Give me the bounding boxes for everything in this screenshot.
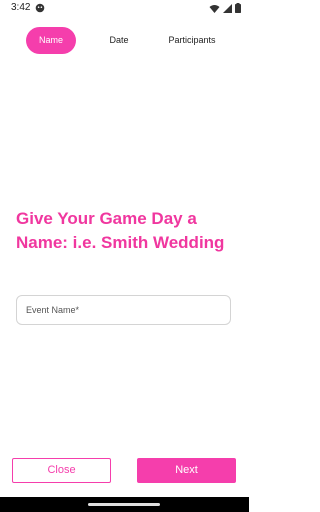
home-handle[interactable] [88,503,160,506]
step-name[interactable]: Name [26,27,76,54]
step-date[interactable]: Date [100,27,138,54]
navigation-bar [0,497,249,512]
signal-icon [223,3,232,13]
stepper: Name Date Participants [0,27,249,54]
step-participants[interactable]: Participants [162,27,222,54]
wifi-icon [209,4,220,13]
status-time: 3:42 [11,2,31,13]
status-bar: 3:42 [0,0,249,18]
event-name-input[interactable] [17,296,230,324]
event-name-field[interactable] [16,295,231,325]
battery-icon [235,3,241,13]
notification-icon [35,3,45,13]
next-button[interactable]: Next [137,458,236,483]
close-button[interactable]: Close [12,458,111,483]
page-title: Give Your Game Day a Name: i.e. Smith We… [16,209,225,252]
